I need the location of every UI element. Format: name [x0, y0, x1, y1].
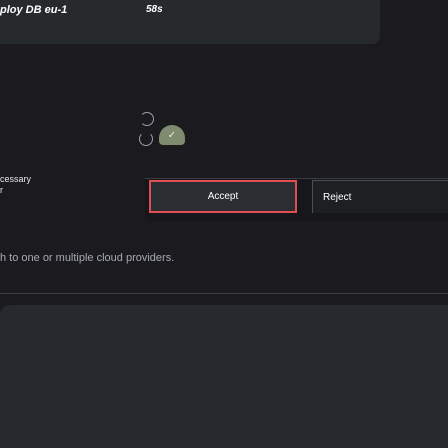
deploy-timer: 58s	[146, 4, 163, 15]
accept-button[interactable]: Accept	[149, 180, 297, 213]
deploy-title: ploy DB eu-1	[0, 4, 68, 16]
overlay-line-1: cessary	[0, 174, 32, 184]
bottom-panel	[0, 305, 448, 448]
refresh-icon[interactable]	[139, 132, 153, 146]
overlay-line-2: r	[0, 185, 3, 195]
overlay-text: cessary r	[0, 174, 31, 196]
deploy-card: ploy DB eu-1 58s	[0, 0, 380, 44]
sync-icon[interactable]	[140, 112, 154, 126]
approve-badge[interactable]: ✓	[159, 125, 185, 145]
divider	[0, 293, 448, 294]
check-icon: ✓	[167, 129, 177, 141]
cloud-providers-text: h to one or multiple cloud providers.	[0, 252, 175, 264]
reject-button[interactable]: Reject	[312, 180, 448, 213]
